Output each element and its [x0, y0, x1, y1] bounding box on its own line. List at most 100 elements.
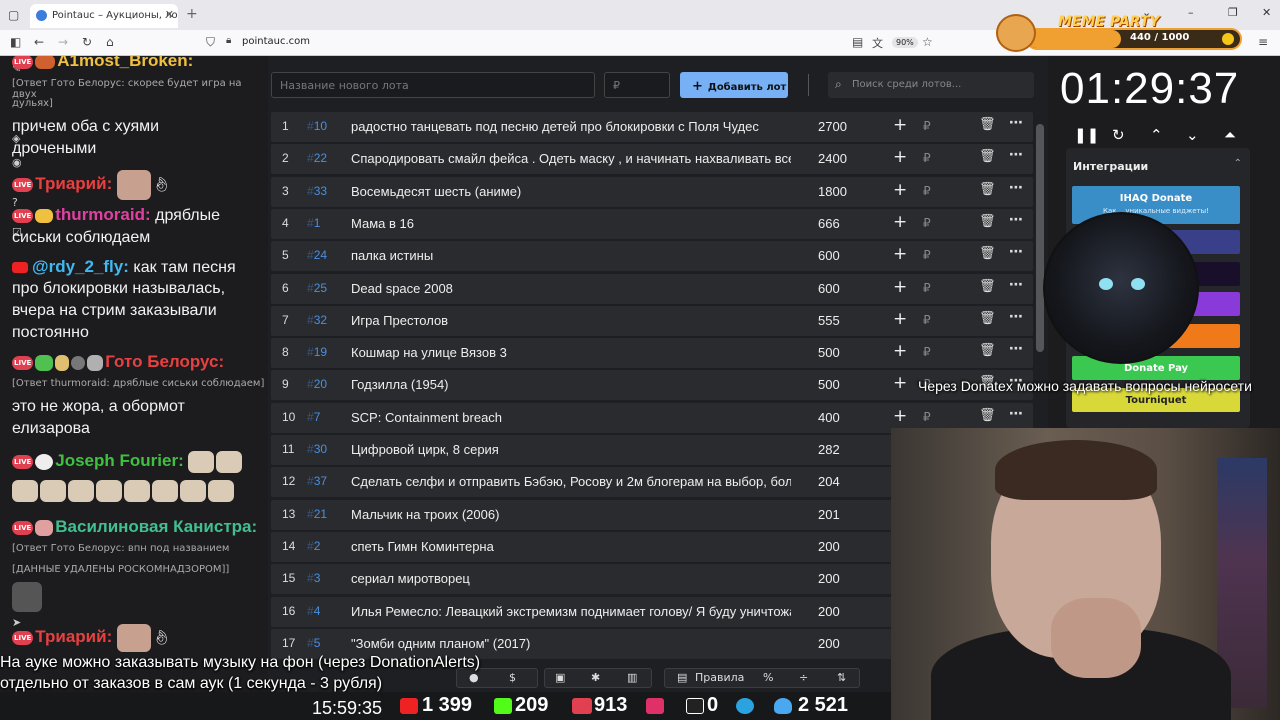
rules-icon[interactable]: ▤ [677, 671, 687, 684]
more-options-icon[interactable]: ⋯ [1009, 341, 1023, 357]
lot-name[interactable]: Годзилла (1954) [351, 377, 791, 392]
tab-list-icon[interactable]: ▢ [8, 8, 19, 22]
lot-id[interactable]: #21 [307, 507, 327, 521]
trash-icon[interactable]: 🗑︎ [979, 214, 996, 229]
lot-row[interactable]: 6 #25 Dead space 2008 600 + ₽ 🗑︎ ⋯ [271, 273, 1033, 304]
add-amount-icon[interactable]: + [893, 115, 907, 135]
lot-id[interactable]: #3 [307, 571, 320, 585]
lot-amount-input[interactable]: ₽ [604, 72, 670, 98]
lot-name[interactable]: сериал миротворец [351, 571, 791, 586]
add-amount-icon[interactable]: + [893, 244, 907, 264]
lot-row[interactable]: 1 #10 радостно танцевать под песню детей п… [271, 112, 1033, 142]
bookmark-star-icon[interactable]: ☆ [922, 35, 933, 49]
lot-name[interactable]: Восемьдесят шесть (аниме) [351, 184, 791, 199]
double-chevron-up-icon[interactable]: ⏶ [1224, 126, 1236, 144]
more-options-icon[interactable]: ⋯ [1009, 277, 1023, 293]
new-tab-icon[interactable]: + [186, 6, 198, 22]
add-amount-icon[interactable]: + [893, 180, 907, 200]
rules-button[interactable]: Правила [695, 671, 744, 684]
lot-id[interactable]: #19 [307, 345, 327, 359]
add-lot-button[interactable]: + Добавить лот [680, 72, 788, 98]
more-options-icon[interactable]: ⋯ [1009, 212, 1023, 228]
split-icon[interactable]: ÷ [799, 671, 808, 684]
lot-name[interactable]: Dead space 2008 [351, 281, 791, 296]
lot-name[interactable]: спеть Гимн Коминтерна [351, 539, 791, 554]
close-window-icon[interactable]: ✕ [1262, 6, 1271, 19]
lot-id[interactable]: #33 [307, 184, 327, 198]
lot-id[interactable]: #7 [307, 410, 320, 424]
lot-id[interactable]: #32 [307, 313, 327, 327]
add-amount-icon[interactable]: + [893, 406, 907, 426]
lot-row[interactable]: 4 #1 Мама в 16 666 + ₽ 🗑︎ ⋯ [271, 208, 1033, 239]
more-options-icon[interactable]: ⋯ [1009, 115, 1023, 131]
lot-id[interactable]: #4 [307, 604, 320, 618]
back-icon[interactable]: ← [34, 35, 44, 49]
lot-id[interactable]: #20 [307, 377, 327, 391]
trash-icon[interactable]: 🗑︎ [979, 246, 996, 261]
collapse-icon[interactable]: ⌃ [1234, 158, 1242, 169]
scrollbar[interactable] [1036, 124, 1044, 352]
add-amount-icon[interactable]: + [893, 373, 907, 393]
shield-icon[interactable]: ⛉ [206, 35, 215, 50]
lot-row[interactable]: 2 #22 Спародировать смайл фейса . Одеть ма… [271, 144, 1033, 175]
lot-id[interactable]: #22 [307, 151, 327, 165]
trash-icon[interactable]: 🗑︎ [979, 279, 996, 294]
more-options-icon[interactable]: ⋯ [1009, 180, 1023, 196]
lot-name[interactable]: Спародировать смайл фейса . Одеть маску … [351, 151, 791, 166]
add-amount-icon[interactable]: + [893, 147, 907, 167]
add-amount-icon[interactable]: + [893, 212, 907, 232]
lot-name[interactable]: Сделать селфи и отправить Бэбэю, Росову … [351, 474, 791, 489]
more-options-icon[interactable]: ⋯ [1009, 244, 1023, 260]
sort-icon[interactable]: ⇅ [837, 671, 846, 684]
lot-row[interactable]: 7 #32 Игра Престолов 555 + ₽ 🗑︎ ⋯ [271, 305, 1033, 336]
clear-icon[interactable]: ▥ [627, 671, 637, 684]
lot-name[interactable]: палка истины [351, 248, 791, 263]
trash-icon[interactable]: 🗑︎ [979, 182, 996, 197]
more-options-icon[interactable]: ⋯ [1009, 309, 1023, 325]
lot-id[interactable]: #24 [307, 248, 327, 262]
chevron-up-icon[interactable]: ⌃ [1150, 126, 1163, 144]
github-icon[interactable]: ● [469, 671, 479, 684]
more-options-icon[interactable]: ⋯ [1009, 406, 1023, 422]
lot-name[interactable]: Мальчик на троих (2006) [351, 507, 791, 522]
lot-row[interactable]: 3 #33 Восемьдесят шесть (аниме) 1800 + ₽ 🗑︎ ⋯ [271, 176, 1033, 207]
lot-search-input[interactable]: ⌕ Поиск среди лотов... [828, 72, 1034, 98]
donate-icon[interactable]: $ [509, 671, 516, 684]
reader-view-icon[interactable]: ▤ [852, 35, 863, 49]
address-bar[interactable]: pointauc.com [242, 36, 310, 47]
forward-icon[interactable]: → [58, 35, 68, 49]
add-amount-icon[interactable]: + [893, 309, 907, 329]
lot-id[interactable]: #5 [307, 636, 320, 650]
lot-id[interactable]: #1 [307, 216, 320, 230]
add-amount-icon[interactable]: + [893, 341, 907, 361]
translate-icon[interactable]: 文 [872, 35, 883, 51]
lot-id[interactable]: #2 [307, 539, 320, 553]
pause-icon[interactable]: ❚❚ [1074, 126, 1099, 144]
add-amount-icon[interactable]: + [893, 277, 907, 297]
browser-tab[interactable]: Pointauc – Аукционы, лотереи ✕ [30, 4, 178, 28]
lot-row[interactable]: 8 #19 Кошмар на улице Вязов 3 500 + ₽ 🗑︎ ⋯ [271, 338, 1033, 369]
lot-name[interactable]: "Зомби одним планом" (2017) [351, 636, 791, 651]
reload-icon[interactable]: ↻ [82, 35, 92, 49]
lot-id[interactable]: #30 [307, 442, 327, 456]
lot-id[interactable]: #10 [307, 119, 327, 133]
lot-row[interactable]: 5 #24 палка истины 600 + ₽ 🗑︎ ⋯ [271, 241, 1033, 272]
lot-name[interactable]: Илья Ремесло: Левацкий экстремизм подним… [351, 604, 791, 619]
chevron-down-icon[interactable]: ⌄ [1186, 126, 1199, 144]
new-lot-input[interactable]: Название нового лота [271, 72, 595, 98]
percent-icon[interactable]: % [763, 671, 773, 684]
lot-id[interactable]: #25 [307, 281, 327, 295]
trash-icon[interactable]: 🗑︎ [979, 149, 996, 164]
lot-name[interactable]: Кошмар на улице Вязов 3 [351, 345, 791, 360]
lot-id[interactable]: #37 [307, 474, 327, 488]
lot-name[interactable]: Мама в 16 [351, 216, 791, 231]
trash-icon[interactable]: 🗑︎ [979, 117, 996, 132]
lot-name[interactable]: Игра Престолов [351, 313, 791, 328]
lot-name[interactable]: SCP: Containment breach [351, 410, 791, 425]
home-icon[interactable]: ⌂ [106, 35, 114, 49]
sidebar-toggle-icon[interactable]: ◧ [10, 35, 21, 49]
lock-icon[interactable]: 🔒︎ [226, 35, 231, 46]
lot-name[interactable]: радостно танцевать под песню детей про б… [351, 119, 791, 134]
trash-icon[interactable]: 🗑︎ [979, 311, 996, 326]
lot-name[interactable]: Цифровой цирк, 8 серия [351, 442, 791, 457]
